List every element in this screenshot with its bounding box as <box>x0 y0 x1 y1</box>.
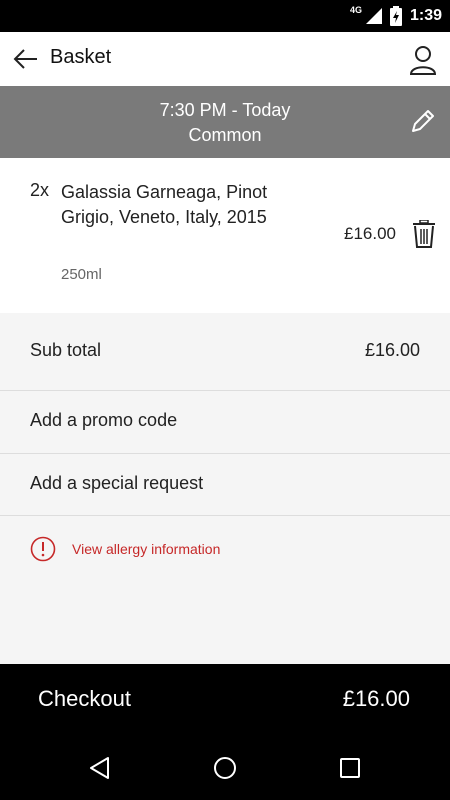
item-quantity: 2x <box>30 180 50 200</box>
clock: 1:39 <box>409 7 442 24</box>
checkout-label: Checkout <box>38 686 131 711</box>
pencil-icon[interactable] <box>408 106 438 136</box>
person-icon[interactable] <box>408 44 438 76</box>
booking-time: 7:30 PM - Today <box>159 100 291 120</box>
subtotal-row: Sub total £16.00 <box>0 313 450 391</box>
item-price: £16.00 <box>344 224 396 243</box>
subtotal-label: Sub total <box>30 340 102 360</box>
signal-icon <box>365 8 382 24</box>
system-nav-bar <box>0 734 450 800</box>
basket-item: 2x Galassia Garneaga, Pinot Grigio, Vene… <box>0 158 450 313</box>
status-icons: 4G 1:39 <box>350 0 442 32</box>
item-name: Galassia Garneaga, Pinot Grigio, Veneto,… <box>61 182 268 227</box>
subtotal-value: £16.00 <box>364 340 420 360</box>
checkout-total: £16.00 <box>342 686 410 711</box>
checkout-button[interactable]: Checkout £16.00 <box>0 664 450 734</box>
network-type: 4G <box>349 5 362 15</box>
page-title: Basket <box>50 46 112 68</box>
app-bar: Basket <box>0 32 450 86</box>
nav-home-icon[interactable] <box>213 756 237 780</box>
promo-code-label: Add a promo code <box>30 410 178 430</box>
booking-banner[interactable]: 7:30 PM - Today Common <box>0 86 450 158</box>
allergy-label: View allergy information <box>72 541 221 557</box>
special-request-label: Add a special request <box>30 473 204 493</box>
item-size: 250ml <box>61 266 102 283</box>
allergy-link[interactable]: View allergy information <box>30 536 220 562</box>
nav-recents-icon[interactable] <box>338 756 362 780</box>
arrow-left-icon[interactable] <box>10 44 40 74</box>
alert-circle-icon <box>30 536 56 562</box>
status-bar: 4G 1:39 <box>0 0 450 32</box>
trash-icon[interactable] <box>412 220 436 248</box>
special-request-row[interactable]: Add a special request <box>0 454 450 516</box>
nav-back-icon[interactable] <box>88 756 112 780</box>
booking-location: Common <box>188 125 262 145</box>
promo-code-row[interactable]: Add a promo code <box>0 391 450 454</box>
battery-icon <box>389 6 402 26</box>
